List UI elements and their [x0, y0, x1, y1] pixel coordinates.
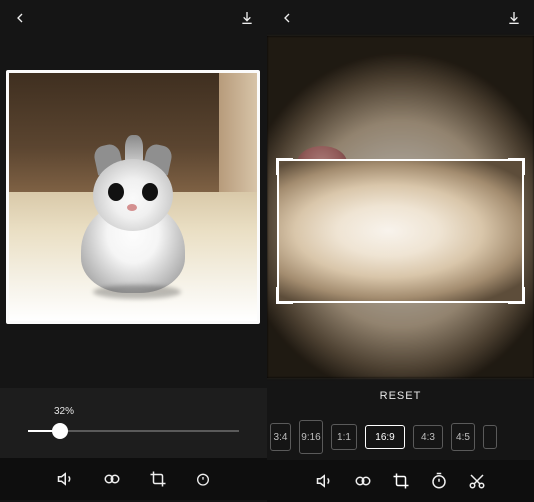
crop-handle-br[interactable]	[508, 287, 525, 304]
topbar-left	[0, 0, 267, 36]
crop-icon[interactable]	[392, 472, 410, 490]
back-icon[interactable]	[12, 10, 28, 26]
media-preview-wrap	[0, 36, 267, 330]
pane-crop: RESET 3:4 9:16 1:1 16:9 4:3 4:5	[267, 0, 534, 502]
crop-handle-tr[interactable]	[508, 158, 525, 175]
kitten-illustration	[63, 143, 203, 293]
ratio-16-9[interactable]: 16:9	[365, 425, 405, 449]
pane-edit-progress: 32%	[0, 0, 267, 502]
progress-slider-area: 32%	[0, 388, 267, 458]
media-preview[interactable]	[6, 70, 260, 324]
ratio-9-16[interactable]: 9:16	[299, 420, 323, 454]
slider-thumb[interactable]	[52, 423, 68, 439]
link-icon[interactable]	[103, 470, 121, 488]
crop-rectangle[interactable]	[277, 159, 524, 303]
back-icon[interactable]	[279, 10, 295, 26]
app-root: 32%	[0, 0, 534, 502]
progress-slider[interactable]	[28, 421, 239, 441]
ratio-3-4[interactable]: 3:4	[270, 423, 291, 451]
crop-handle-tl[interactable]	[276, 158, 293, 175]
volume-icon[interactable]	[57, 470, 75, 488]
bottom-toolbar-right	[267, 460, 534, 502]
crop-icon[interactable]	[149, 470, 167, 488]
link-icon[interactable]	[354, 472, 372, 490]
reset-button[interactable]: RESET	[374, 389, 428, 403]
ratio-more[interactable]	[483, 425, 497, 449]
progress-value-label: 32%	[54, 406, 239, 417]
topbar-right	[267, 0, 534, 36]
ratio-4-5[interactable]: 4:5	[451, 423, 475, 451]
download-icon[interactable]	[239, 10, 255, 26]
download-icon[interactable]	[506, 10, 522, 26]
cut-icon[interactable]	[468, 472, 486, 490]
aspect-ratio-row: 3:4 9:16 1:1 16:9 4:3 4:5	[267, 414, 534, 460]
timer-icon[interactable]	[430, 472, 448, 490]
ratio-4-3[interactable]: 4:3	[413, 425, 443, 449]
ratio-1-1[interactable]: 1:1	[331, 424, 357, 450]
volume-icon[interactable]	[316, 472, 334, 490]
crop-media-area[interactable]	[267, 36, 534, 378]
crop-handle-bl[interactable]	[276, 287, 293, 304]
reset-row: RESET	[267, 378, 534, 414]
timer-icon[interactable]	[195, 470, 211, 488]
bottom-toolbar-left	[0, 458, 267, 500]
